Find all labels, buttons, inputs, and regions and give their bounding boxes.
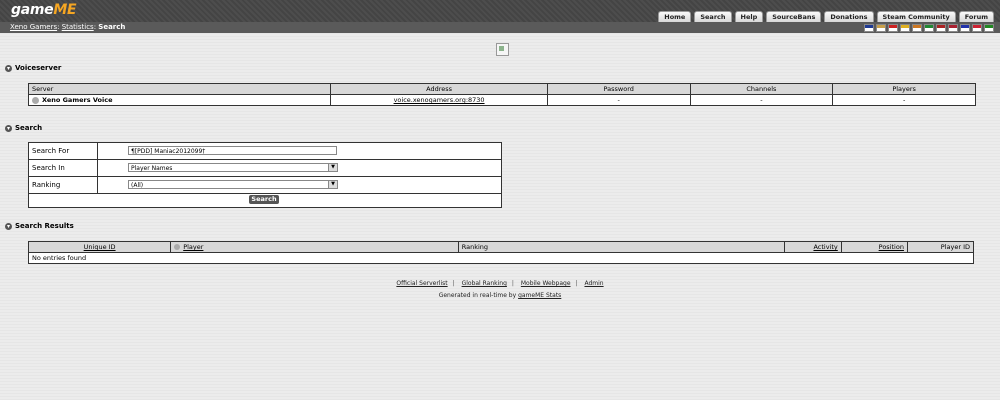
breadcrumb: Xeno Gamers: Statistics: Search <box>10 23 126 31</box>
table-header-row: Server Address Password Channels Players <box>27 83 976 95</box>
language-flag-icon[interactable] <box>888 24 898 32</box>
language-flag-icon[interactable] <box>960 24 970 32</box>
language-flag-icon[interactable] <box>948 24 958 32</box>
search-in-row: Search In Player Names ▼ <box>29 160 501 177</box>
col-address: Address <box>330 83 548 95</box>
footer-admin[interactable]: Admin <box>584 280 603 287</box>
table-header-row: Unique ID Player Ranking Activity Positi… <box>27 241 975 253</box>
language-flag-icon[interactable] <box>924 24 934 32</box>
collapse-icon[interactable]: ▾ <box>5 64 12 72</box>
table-row: No entries found <box>28 252 974 264</box>
search-heading[interactable]: ▾ Search <box>5 124 42 132</box>
ranking-row: Ranking (All) ▼ <box>29 177 501 194</box>
search-results-heading[interactable]: ▾ Search Results <box>5 222 74 230</box>
breadcrumb-bar <box>0 22 1000 33</box>
footer-generated: Generated in real-time by gameME Stats <box>438 292 562 299</box>
language-flags <box>864 24 994 32</box>
language-flag-icon[interactable] <box>984 24 994 32</box>
col-server: Server <box>27 83 332 95</box>
gameme-logo[interactable]: gameME <box>11 2 77 18</box>
search-button[interactable]: Search <box>249 195 279 204</box>
breadcrumb-current: Search <box>98 23 126 31</box>
language-flag-icon[interactable] <box>936 24 946 32</box>
search-for-label: Search For <box>32 147 70 155</box>
player-icon <box>174 244 181 250</box>
table-row: Xeno Gamers Voice voice.xenogamers.org:8… <box>27 94 976 106</box>
search-for-input[interactable]: ¶[PDD] Maniac2012099† <box>128 146 337 155</box>
voiceserver-heading[interactable]: ▾ Voiceserver <box>5 64 61 72</box>
language-flag-icon[interactable] <box>864 24 874 32</box>
players-cell: - <box>832 94 976 106</box>
language-flag-icon[interactable] <box>876 24 886 32</box>
no-entries-cell: No entries found <box>28 252 974 264</box>
server-cell: Xeno Gamers Voice <box>27 94 332 106</box>
col-activity[interactable]: Activity <box>784 241 842 253</box>
language-flag-icon[interactable] <box>912 24 922 32</box>
footer-official-serverlist[interactable]: Official Serverlist <box>396 280 447 287</box>
collapse-icon[interactable]: ▾ <box>5 222 12 230</box>
breadcrumb-xeno-gamers[interactable]: Xeno Gamers <box>10 23 57 31</box>
footer-gameme-stats-link[interactable]: gameME Stats <box>518 292 561 299</box>
col-position[interactable]: Position <box>840 241 908 253</box>
col-password: Password <box>546 83 691 95</box>
search-in-select[interactable]: Player Names ▼ <box>128 163 338 172</box>
address-cell: voice.xenogamers.org:8730 <box>330 94 548 106</box>
footer-global-ranking[interactable]: Global Ranking <box>462 280 507 287</box>
search-results-table: Unique ID Player Ranking Activity Positi… <box>27 241 975 264</box>
collapse-icon[interactable]: ▾ <box>5 124 12 132</box>
server-address-link[interactable]: voice.xenogamers.org:8730 <box>394 96 485 104</box>
banner-image <box>496 43 509 56</box>
col-channels: Channels <box>689 83 834 95</box>
password-cell: - <box>546 94 691 106</box>
search-in-label: Search In <box>32 164 65 172</box>
footer-mobile-webpage[interactable]: Mobile Webpage <box>521 280 571 287</box>
language-flag-icon[interactable] <box>900 24 910 32</box>
col-ranking: Ranking <box>457 241 786 253</box>
footer-links: Official Serverlist | Global Ranking | Mob… <box>396 280 604 287</box>
col-players: Players <box>832 83 976 95</box>
voiceserver-table: Server Address Password Channels Players… <box>27 83 976 106</box>
ranking-label: Ranking <box>32 181 61 189</box>
breadcrumb-statistics[interactable]: Statistics <box>62 23 94 31</box>
ranking-select[interactable]: (All) ▼ <box>128 180 338 189</box>
chevron-down-icon[interactable]: ▼ <box>328 181 337 188</box>
channels-cell: - <box>689 94 834 106</box>
chevron-down-icon[interactable]: ▼ <box>328 164 337 171</box>
search-for-row: Search For ¶[PDD] Maniac2012099† <box>29 143 501 160</box>
col-player[interactable]: Player <box>170 241 459 253</box>
voice-server-icon <box>32 96 39 104</box>
col-player-id: Player ID <box>906 241 975 253</box>
language-flag-icon[interactable] <box>972 24 982 32</box>
col-unique-id[interactable]: Unique ID <box>27 241 172 253</box>
